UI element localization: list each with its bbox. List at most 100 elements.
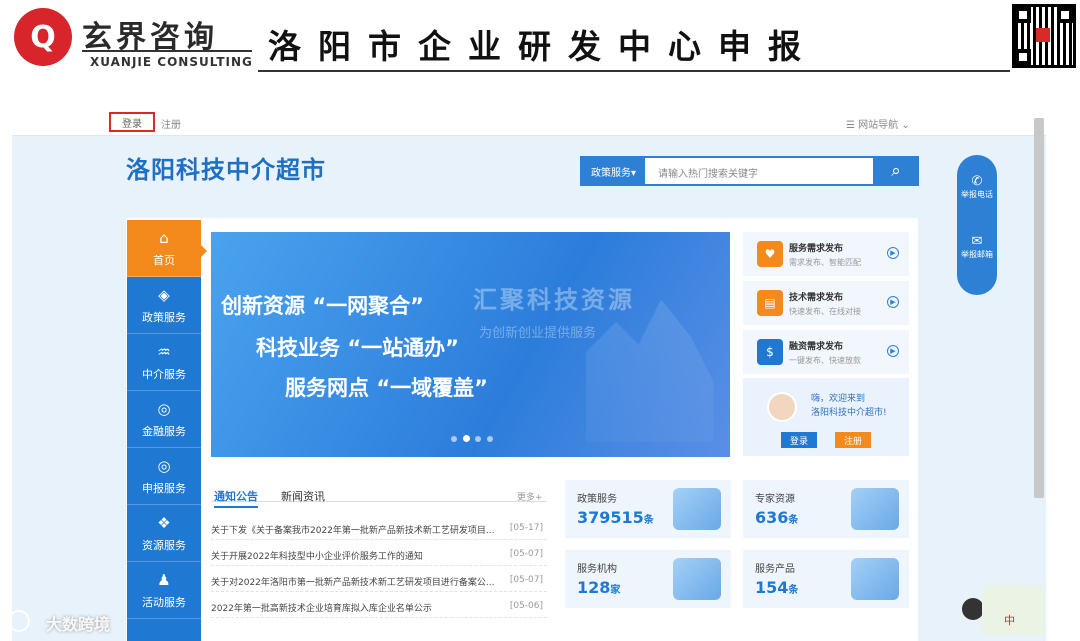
sidebar-item-7[interactable]: ♟ 活动服务 bbox=[127, 562, 201, 619]
search-input[interactable]: 请输入热门搜索关键字 bbox=[658, 165, 758, 180]
news-item[interactable]: 2022年第一批高新技术企业培育库拟入库企业名单公示 [05-06] bbox=[211, 592, 547, 618]
service-card[interactable]: $ 融资需求发布 一键发布、快速放款 ▶ bbox=[743, 330, 909, 374]
search-icon: ⌕ bbox=[891, 161, 901, 181]
report-mail-label: 举报邮箱 bbox=[961, 250, 993, 259]
arrow-right-icon[interactable]: ▶ bbox=[887, 247, 899, 259]
phone-icon: ✆ bbox=[971, 174, 983, 189]
register-link[interactable]: 注册 bbox=[161, 116, 181, 131]
group-icon: ♟ bbox=[157, 570, 171, 589]
page-title: 洛阳市企业研发中心申报 bbox=[268, 27, 818, 66]
search-scope-dropdown[interactable]: 政策服务▾ bbox=[582, 158, 645, 184]
sidebar-item-label: 活动服务 bbox=[142, 595, 186, 609]
site-navigation-menu[interactable]: ☰ 网站导航 ⌄ bbox=[846, 116, 910, 131]
sidebar-item-label: 首页 bbox=[153, 253, 175, 267]
mail-icon: ✉ bbox=[971, 234, 983, 249]
stat-card[interactable]: 专家资源 636条 bbox=[743, 480, 909, 538]
login-link[interactable]: 登录 bbox=[109, 112, 155, 132]
sidebar-item-6[interactable]: ❖ 资源服务 bbox=[127, 505, 201, 562]
slide-header: Q 玄界咨询 XUANJIE CONSULTING 洛阳市企业研发中心申报 bbox=[0, 0, 1080, 80]
service-title: 服务需求发布 bbox=[789, 243, 844, 254]
qr-center-logo bbox=[1036, 28, 1050, 42]
stat-label: 服务产品 bbox=[755, 564, 795, 575]
search-bar: 政策服务▾ 请输入热门搜索关键字 ⌕ bbox=[580, 156, 919, 186]
report-mail-button[interactable]: ✉ 举报邮箱 bbox=[957, 234, 997, 260]
arrow-right-icon[interactable]: ▶ bbox=[887, 345, 899, 357]
sidebar-item-4[interactable]: ◎ 金融服务 bbox=[127, 391, 201, 448]
news-item[interactable]: 关于对2022年洛阳市第一批新产品新技术新工艺研发项目进行备案公... [05-0… bbox=[211, 566, 547, 592]
service-card[interactable]: ▤ 技术需求发布 快速发布、在线对接 ▶ bbox=[743, 281, 909, 325]
news-title[interactable]: 2022年第一批高新技术企业培育库拟入库企业名单公示 bbox=[211, 601, 499, 614]
service-text: 服务需求发布需求发布、智能匹配 bbox=[789, 241, 861, 268]
stat-value: 379515条 bbox=[577, 508, 654, 527]
carousel-dot[interactable] bbox=[487, 436, 493, 442]
logo-glyph: Q bbox=[30, 19, 56, 55]
hand-heart-icon: ♥ bbox=[757, 241, 783, 267]
sidebar-item-label: 申报服务 bbox=[142, 481, 186, 495]
floating-report-bar: ✆ 举报电话 ✉ 举报邮箱 bbox=[957, 155, 997, 295]
sidebar-item-label: 政策服务 bbox=[142, 310, 186, 324]
carousel-dot[interactable] bbox=[463, 435, 470, 442]
banner-line-3: 服务网点 “一域覆盖” bbox=[285, 376, 488, 400]
report-phone-label: 举报电话 bbox=[961, 190, 993, 199]
sidebar-item-label: 金融服务 bbox=[142, 424, 186, 438]
sidebar-item-5[interactable]: ◎ 申报服务 bbox=[127, 448, 201, 505]
side-navigation-items: ⌂ 首页 ◈ 政策服务 ♒ 中介服务 ◎ 金融服务 ◎ 申报服务 ❖ 资源服务 ♟ 活动服务 bbox=[127, 220, 201, 641]
top-bar: 登录 注册 ☰ 网站导航 ⌄ bbox=[12, 108, 1046, 136]
handshake-icon: ♒ bbox=[157, 342, 171, 361]
welcome-login-button[interactable]: 登录 bbox=[781, 432, 817, 448]
sidebar-item-label: 资源服务 bbox=[142, 538, 186, 552]
carousel-dot[interactable] bbox=[451, 436, 457, 442]
stat-card[interactable]: 政策服务 379515条 bbox=[565, 480, 731, 538]
news-panel: 通知公告 新闻资讯 更多+ 关于下发《关于备案我市2022年第一批新产品新技术新… bbox=[211, 478, 547, 628]
tab-news[interactable]: 新闻资讯 bbox=[281, 488, 325, 504]
sidebar-item-label: 中介服务 bbox=[142, 367, 186, 381]
news-title[interactable]: 关于开展2022年科技型中小企业评价服务工作的通知 bbox=[211, 549, 499, 562]
service-text: 融资需求发布 一键发布、快速放款 bbox=[789, 339, 861, 366]
policy-illustration bbox=[673, 488, 721, 530]
help-icon[interactable] bbox=[962, 598, 984, 620]
more-link[interactable]: 更多+ bbox=[517, 490, 543, 503]
watermark-text: 大数跨境 bbox=[46, 615, 111, 634]
welcome-register-button[interactable]: 注册 bbox=[835, 432, 871, 448]
stat-value: 636条 bbox=[755, 508, 799, 527]
banner-slogan: 汇聚科技资源 bbox=[473, 286, 635, 314]
product-illustration bbox=[851, 558, 899, 600]
news-title[interactable]: 关于对2022年洛阳市第一批新产品新技术新工艺研发项目进行备案公... bbox=[211, 575, 499, 588]
banner-slogan-sub: 为创新创业提供服务 bbox=[479, 326, 597, 341]
stat-value: 154条 bbox=[755, 578, 799, 597]
hero-banner[interactable]: 汇聚科技资源 为创新创业提供服务 创新资源 “一网聚合” 科技业务 “一站通办”… bbox=[211, 232, 730, 457]
welcome-text: 嗨，欢迎来到 洛阳科技中介超市! bbox=[811, 392, 887, 420]
building-illustration bbox=[673, 558, 721, 600]
stat-card[interactable]: 服务机构 128家 bbox=[565, 550, 731, 608]
active-indicator bbox=[201, 245, 207, 257]
news-item[interactable]: 关于开展2022年科技型中小企业评价服务工作的通知 [05-07] bbox=[211, 540, 547, 566]
service-subtitle: 一键发布、快速放款 bbox=[789, 355, 861, 365]
news-title[interactable]: 关于下发《关于备案我市2022年第一批新产品新技术新工艺研发项目... bbox=[211, 523, 499, 536]
report-phone-button[interactable]: ✆ 举报电话 bbox=[957, 174, 997, 200]
site-title: 洛阳科技中介超市 bbox=[126, 156, 326, 184]
sidebar-item-1[interactable]: ⌂ 首页 bbox=[127, 220, 201, 277]
sidebar-item-3[interactable]: ♒ 中介服务 bbox=[127, 334, 201, 391]
banner-line-1: 创新资源 “一网聚合” bbox=[221, 294, 424, 318]
news-item[interactable]: 关于下发《关于备案我市2022年第一批新产品新技术新工艺研发项目... [05-1… bbox=[211, 514, 547, 540]
stat-value: 128家 bbox=[577, 578, 621, 597]
search-button[interactable]: ⌕ bbox=[873, 156, 919, 186]
welcome-line-1: 嗨，欢迎来到 bbox=[811, 394, 866, 404]
title-underline bbox=[258, 70, 1010, 72]
stat-card[interactable]: 服务产品 154条 bbox=[743, 550, 909, 608]
coin-icon: ◎ bbox=[157, 456, 171, 475]
stat-label: 政策服务 bbox=[577, 494, 617, 505]
news-date: [05-17] bbox=[509, 523, 543, 533]
scrollbar[interactable] bbox=[1034, 118, 1044, 498]
sidebar-item-2[interactable]: ◈ 政策服务 bbox=[127, 277, 201, 334]
tab-notices[interactable]: 通知公告 bbox=[214, 488, 258, 508]
home-icon: ⌂ bbox=[159, 228, 169, 247]
stat-label: 服务机构 bbox=[577, 564, 617, 575]
service-subtitle: 需求发布、智能匹配 bbox=[789, 257, 861, 267]
carousel-dot[interactable] bbox=[475, 436, 481, 442]
news-date: [05-06] bbox=[509, 601, 543, 611]
brand-logo: Q bbox=[14, 8, 72, 66]
service-card[interactable]: ♥ 服务需求发布 需求发布、智能匹配 ▶ bbox=[743, 232, 909, 276]
corner-label: 中 bbox=[1004, 614, 1015, 627]
arrow-right-icon[interactable]: ▶ bbox=[887, 296, 899, 308]
